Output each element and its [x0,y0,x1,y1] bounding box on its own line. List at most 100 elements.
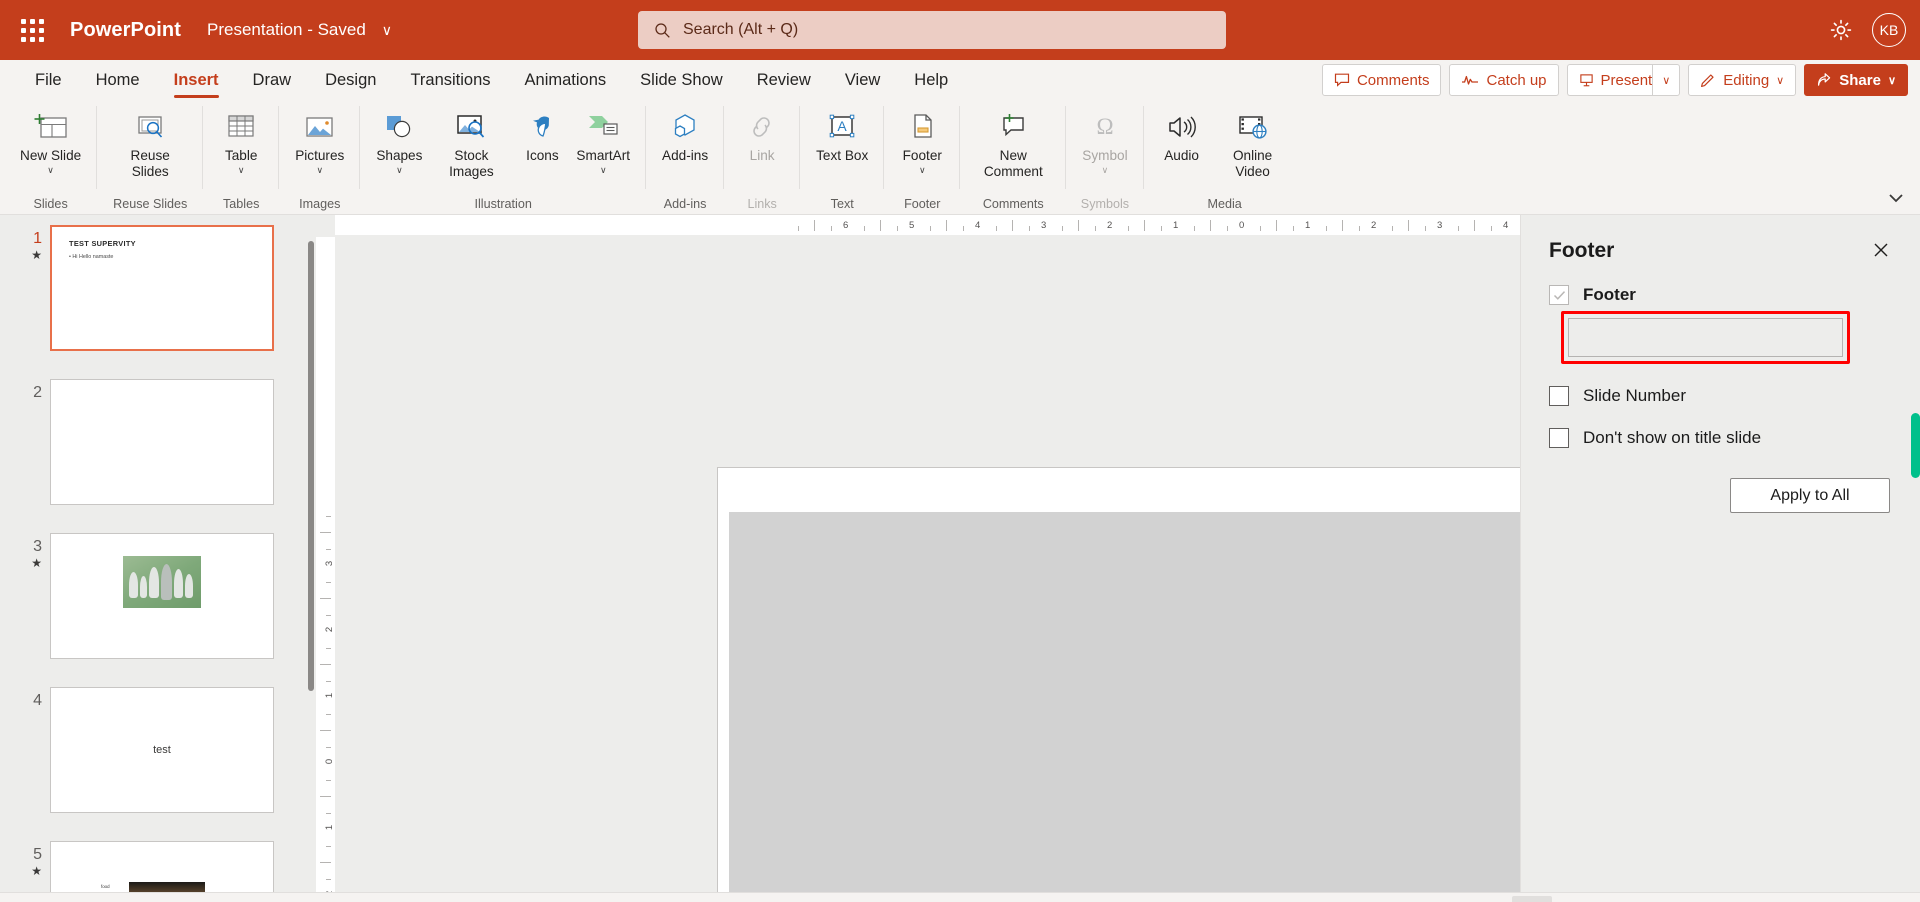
slide-thumbnail-4[interactable]: test [50,687,274,813]
tab-home[interactable]: Home [79,60,157,100]
shapes-label: Shapes [376,148,423,163]
footer-checkbox-row[interactable]: Footer [1549,285,1892,305]
new-comment-button[interactable]: New Comment [970,105,1056,179]
dont-show-title-slide-checkbox[interactable] [1549,428,1569,448]
zoom-slider[interactable] [1676,896,1791,902]
present-label: Present [1600,71,1653,89]
catch-up-button[interactable]: Catch up [1449,64,1559,96]
ruler-tick [1325,226,1327,231]
dont-show-title-slide-row[interactable]: Don't show on title slide [1549,428,1892,448]
document-title[interactable]: Presentation - Saved [207,20,366,40]
comments-button[interactable]: Comments [1321,64,1442,96]
titlebar-right-actions: KB [1828,0,1906,60]
app-launcher-button[interactable] [10,18,54,42]
smartart-button[interactable]: SmartArt ∨ [570,105,636,176]
task-pane-close-button[interactable] [1870,239,1892,261]
link-button[interactable]: Link [734,105,790,164]
slide-number-checkbox[interactable] [1549,386,1569,406]
document-menu-caret-icon[interactable]: ∨ [382,22,392,39]
zoom-out-button[interactable] [1642,896,1676,902]
new-comment-label: New Comment [983,148,1043,179]
footer-checkbox-label: Footer [1583,285,1636,304]
slide-canvas[interactable] [717,467,1520,892]
editing-label: Editing [1723,71,1770,89]
smartart-icon [586,108,620,146]
view-normal-button[interactable] [1511,896,1552,902]
present-icon [1579,73,1593,86]
icons-button[interactable]: Icons [514,105,570,164]
shapes-button[interactable]: Shapes ∨ [370,105,428,176]
horizontal-ruler[interactable]: 6543210123456 [335,215,1520,235]
slide-number-3: 3 [33,538,42,555]
slide-number-checkbox-row[interactable]: Slide Number [1549,386,1892,406]
table-button[interactable]: Table ∨ [213,105,269,176]
new-slide-button[interactable]: New Slide ∨ [14,105,87,176]
reuse-slides-button[interactable]: Reuse Slides [107,105,193,179]
tab-animations[interactable]: Animations [508,60,624,100]
ruler-label: 2 [1371,220,1377,231]
ruler-label: 3 [1041,220,1047,231]
zoom-in-button[interactable] [1791,896,1825,902]
ribbon-collapse-button[interactable] [1888,192,1904,206]
ruler-tick [1424,226,1426,231]
ruler-tick [320,532,331,533]
footer-button[interactable]: Footer ∨ [894,105,950,176]
status-bar: Slide 1 of 6 English (U.S.) Give Feedbac… [0,892,1920,902]
slide-thumbnail-3[interactable] [50,533,274,659]
pictures-button[interactable]: Pictures ∨ [289,105,350,176]
icons-label: Icons [526,148,559,163]
ruler-tick [1028,226,1030,231]
slide-thumbnail-2[interactable] [50,379,274,505]
tab-insert[interactable]: Insert [157,60,236,100]
slide-thumbnail-5[interactable]: food [50,841,274,892]
slide-content-placeholder[interactable] [729,512,1520,892]
add-ins-button[interactable]: Add-ins [656,105,714,164]
symbol-button[interactable]: Ω Symbol ∨ [1076,105,1133,176]
ruler-tick [326,581,331,583]
audio-button[interactable]: Audio [1154,105,1210,164]
tab-transitions[interactable]: Transitions [393,60,507,100]
thumbnail-row-4: 4 test [0,687,316,813]
footer-text-input[interactable] [1568,318,1843,357]
view-reading-button[interactable] [1592,896,1632,902]
stock-images-button[interactable]: Stock Images [428,105,514,179]
present-button[interactable]: Present [1566,64,1653,96]
ruler-tick [326,812,331,814]
task-pane-scrollbar-thumb[interactable] [1911,413,1920,478]
tab-file[interactable]: File [18,60,79,100]
avatar[interactable]: KB [1872,13,1906,47]
thumbnail-scrollbar[interactable] [306,225,316,890]
tab-view[interactable]: View [828,60,897,100]
footer-checkbox[interactable] [1549,285,1569,305]
fit-to-window-button[interactable] [1876,898,1906,902]
present-dropdown-button[interactable]: ∨ [1652,64,1681,96]
chevron-down-icon: ∨ [1101,164,1109,175]
editing-button[interactable]: Editing ∨ [1688,64,1797,96]
slide-thumbnail-1[interactable]: TEST SUPERVITY • Hi Hello namaste [50,225,274,351]
tab-review[interactable]: Review [740,60,828,100]
tab-help[interactable]: Help [897,60,965,100]
ruler-label: 1 [1173,220,1179,231]
online-video-button[interactable]: Online Video [1210,105,1296,179]
ruler-tick [320,862,331,863]
search-box[interactable]: Search (Alt + Q) [638,11,1226,49]
view-slide-sorter-button[interactable] [1552,896,1592,902]
apply-to-all-button[interactable]: Apply to All [1730,478,1890,513]
tab-design[interactable]: Design [308,60,393,100]
tab-draw[interactable]: Draw [236,60,309,100]
ruler-label: 4 [1503,220,1509,231]
gear-icon[interactable] [1828,17,1854,43]
text-box-button[interactable]: A Text Box [810,105,874,164]
stock-images-icon [454,108,488,146]
ribbon-group-label-slides: Slides [33,197,68,211]
thumbnail-scrollbar-thumb[interactable] [308,241,314,691]
ruler-label: 2 [1107,220,1113,231]
addins-icon [668,108,702,146]
tab-slide-show[interactable]: Slide Show [623,60,740,100]
share-button[interactable]: Share ∨ [1804,64,1908,96]
ruler-tick [1094,226,1096,231]
ruler-tick [1276,220,1277,231]
ruler-tick [320,598,331,599]
vertical-ruler[interactable]: 321012 [316,237,335,892]
share-icon [1818,73,1831,86]
